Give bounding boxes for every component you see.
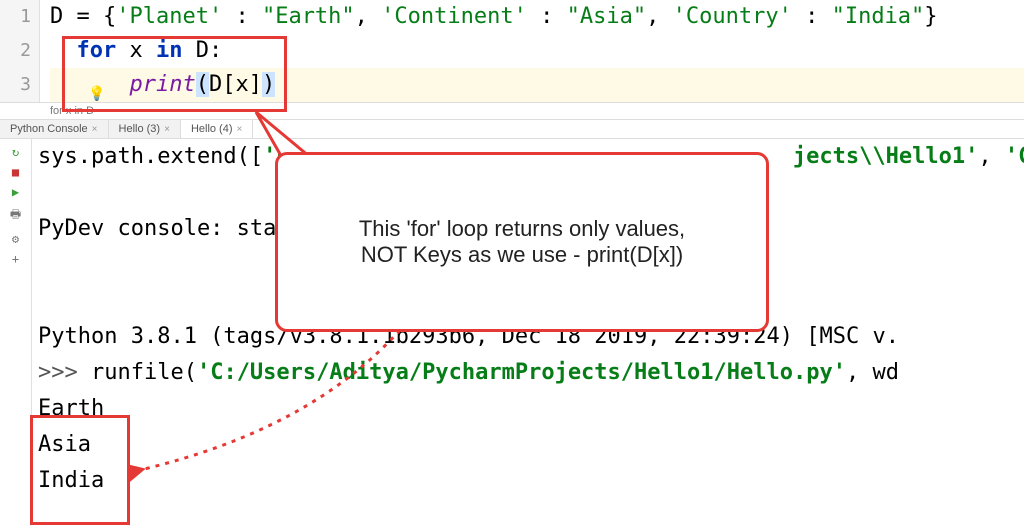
run-icon[interactable]: ▶ [12,185,19,199]
console-toolbar: ↻ ■ ▶ 🖶 ⚙ + [0,139,32,519]
add-icon[interactable]: + [12,252,19,266]
output-line: Asia [38,427,1024,463]
code-line-1[interactable]: D = {'Planet' : "Earth", 'Continent' : "… [50,0,1024,34]
console-blank [38,283,1024,319]
console-output[interactable]: sys.path.extend(['C:jects\\Hello1', 'C P… [32,139,1024,519]
settings-icon[interactable]: ⚙ [12,232,19,246]
tab-hello-4[interactable]: Hello (4) × [181,120,253,138]
tab-hello-3[interactable]: Hello (3) × [109,120,181,138]
line-number: 3 [0,68,31,102]
output-line: Earth [38,391,1024,427]
print-icon[interactable]: 🖶 [10,205,21,226]
console-tabs: Python Console × Hello (3) × Hello (4) × [0,119,1024,139]
tab-python-console[interactable]: Python Console × [0,120,109,138]
close-icon[interactable]: × [237,124,243,135]
rerun-icon[interactable]: ↻ [12,145,19,159]
console-line: >>> runfile('C:/Users/Aditya/PycharmProj… [38,355,1024,391]
console-line: sys.path.extend(['C:jects\\Hello1', 'C [38,139,1024,175]
intention-bulb-icon[interactable]: 💡 [88,86,105,102]
line-number: 1 [0,0,31,34]
close-icon[interactable]: × [92,124,98,135]
code-line-2[interactable]: for x in D: [50,34,1024,68]
code-line-3[interactable]: print(D[x]) [50,68,1024,102]
line-number: 2 [0,34,31,68]
console-blank [38,247,1024,283]
code-editor[interactable]: 1 2 3 D = {'Planet' : "Earth", 'Continen… [0,0,1024,102]
console-blank [38,175,1024,211]
console-line: PyDev console: start [38,211,1024,247]
close-icon[interactable]: × [164,124,170,135]
console-panel: ↻ ■ ▶ 🖶 ⚙ + sys.path.extend(['C:jects\\H… [0,139,1024,519]
line-number-gutter: 1 2 3 [0,0,40,102]
output-line: India [38,463,1024,499]
stop-icon[interactable]: ■ [12,165,19,179]
breadcrumb[interactable]: for x in D [0,102,1024,119]
code-content[interactable]: D = {'Planet' : "Earth", 'Continent' : "… [40,0,1024,102]
console-line: Python 3.8.1 (tags/v3.8.1.1b293b6, Dec 1… [38,319,1024,355]
